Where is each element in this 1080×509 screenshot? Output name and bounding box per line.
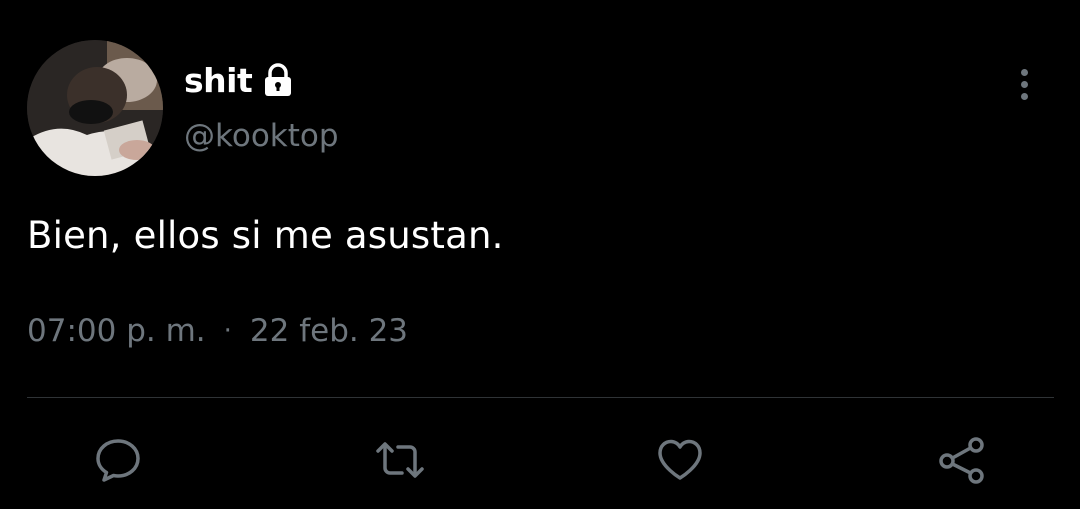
share-icon [939, 437, 984, 484]
tweet-card: shit @kooktop Bien, ellos si me asustan.… [0, 0, 1080, 509]
more-dot [1020, 80, 1028, 88]
tweet-date[interactable]: 22 feb. 23 [250, 313, 408, 349]
tweet-time[interactable]: 07:00 p. m. [27, 313, 206, 349]
tweet-meta: 07:00 p. m. · 22 feb. 23 [27, 313, 408, 349]
display-name-row: shit [184, 58, 294, 102]
more-options-button[interactable] [1008, 62, 1040, 106]
meta-separator: · [223, 316, 232, 346]
avatar[interactable] [27, 40, 163, 176]
share-button[interactable] [934, 432, 990, 488]
more-dot [1020, 92, 1028, 100]
retweet-icon [376, 442, 424, 478]
retweet-button[interactable] [372, 432, 428, 488]
lock-icon [262, 63, 294, 97]
divider [27, 397, 1054, 398]
comment-icon [96, 439, 140, 482]
user-handle[interactable]: @kooktop [184, 118, 339, 154]
reply-button[interactable] [90, 432, 146, 488]
like-button[interactable] [652, 432, 708, 488]
avatar-image [27, 40, 163, 176]
more-vertical-icon [1020, 68, 1028, 76]
tweet-text: Bien, ellos si me asustan. [27, 214, 504, 257]
display-name[interactable]: shit [184, 61, 253, 100]
heart-icon [658, 439, 702, 480]
